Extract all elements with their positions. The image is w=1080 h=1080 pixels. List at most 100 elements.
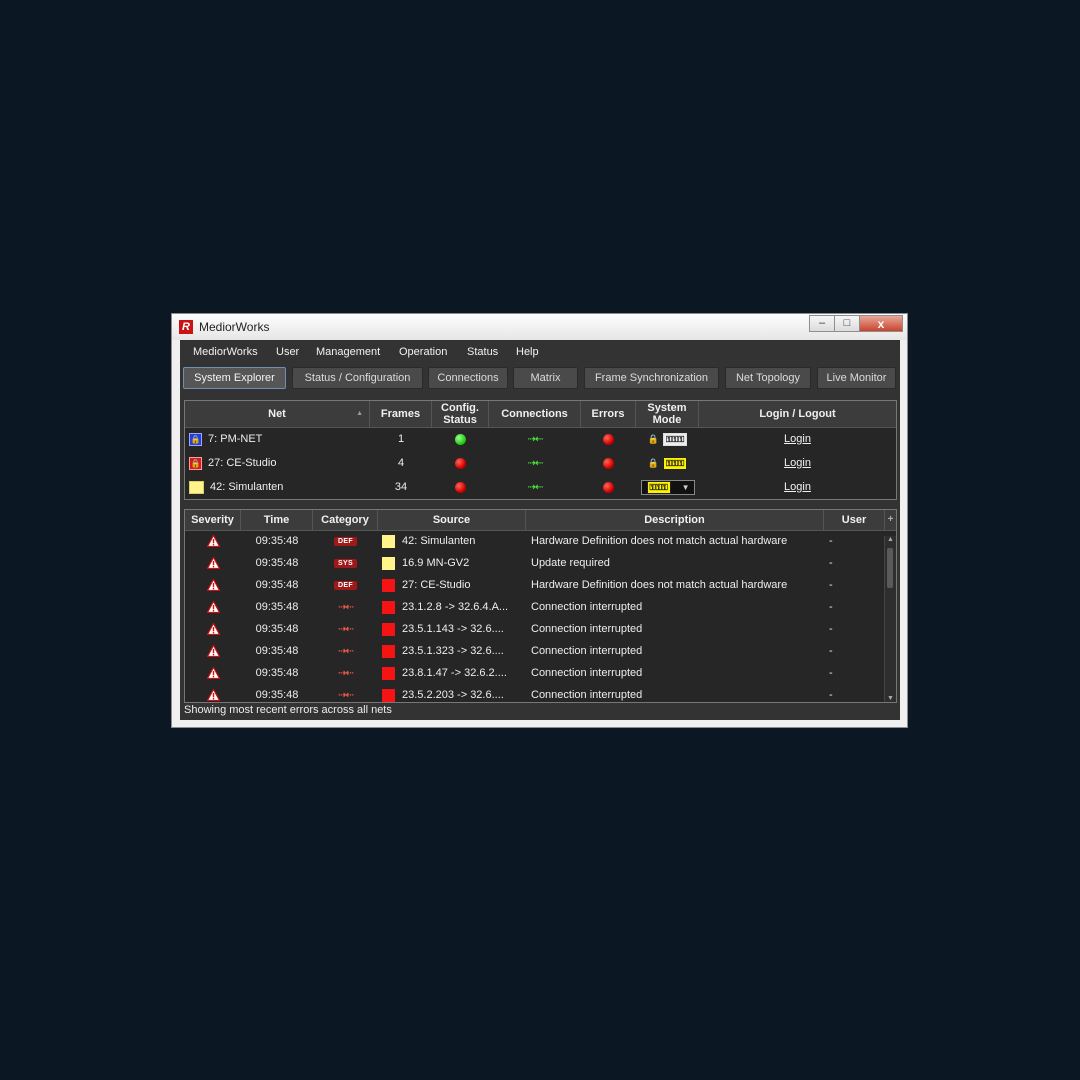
header-frames[interactable]: Frames (370, 401, 432, 427)
scroll-down-icon[interactable]: ▼ (885, 695, 896, 702)
login-link[interactable]: Login (784, 457, 811, 469)
yellow-net-icon (189, 480, 204, 494)
category-sys-badge: SYS (334, 558, 357, 568)
menu-user[interactable]: User (276, 346, 299, 358)
lock-icon: 🔒 (647, 457, 659, 468)
error-table-header: Severity Time Category Source Descriptio… (185, 510, 896, 531)
connections-icon[interactable]: ⇢⇠ (528, 434, 544, 445)
error-time: 09:35:48 (255, 601, 299, 613)
header-severity[interactable]: Severity (185, 510, 241, 530)
tab-connections[interactable]: Connections (428, 367, 508, 389)
error-row[interactable]: 09:35:48 ⇢⇠ 23.8.1.47 -> 32.6.2.... Conn… (185, 662, 885, 684)
maximize-button[interactable]: □ (834, 315, 859, 332)
app-content: MediorWorks User Management Operation St… (180, 340, 900, 720)
error-user: - (829, 557, 833, 569)
error-user: - (829, 601, 833, 613)
lock-icon: 🔒 (647, 433, 659, 444)
connections-icon[interactable]: ⇢⇠ (528, 482, 544, 493)
error-description: Hardware Definition does not match actua… (531, 535, 788, 547)
error-table-scrollbar[interactable]: ▲ ▼ (884, 536, 896, 702)
net-row[interactable]: 42: Simulanten 34 ⇢⇠ ⚿⚿⚿ ▼ Login (185, 475, 896, 499)
error-description: Connection interrupted (531, 601, 643, 613)
error-row[interactable]: 09:35:48 ⇢⇠ 23.5.1.323 -> 32.6.... Conne… (185, 640, 885, 662)
header-system-mode[interactable]: System Mode (636, 401, 699, 427)
header-source[interactable]: Source (378, 510, 526, 530)
error-source: 23.5.1.323 -> 32.6.... (402, 645, 504, 657)
net-row[interactable]: 🔒 27: CE-Studio 4 ⇢⇠ 🔒 ⚿⚿⚿ Login (185, 451, 896, 475)
header-description[interactable]: Description (526, 510, 824, 530)
close-button[interactable]: x (859, 315, 903, 332)
connections-icon[interactable]: ⇢⇠ (528, 458, 544, 469)
error-row[interactable]: 09:35:48 ⇢⇠ 23.5.2.203 -> 32.6.... Conne… (185, 684, 885, 702)
title-bar[interactable]: R MediorWorks – □ x (172, 314, 907, 340)
error-time: 09:35:48 (255, 535, 299, 547)
scroll-up-icon[interactable]: ▲ (885, 536, 896, 543)
warning-icon (206, 535, 220, 547)
menu-operation[interactable]: Operation (399, 346, 447, 358)
header-login-logout[interactable]: Login / Logout (699, 401, 896, 427)
error-row[interactable]: 09:35:48 SYS 16.9 MN-GV2 Update required… (185, 552, 885, 574)
warning-icon (206, 689, 220, 701)
login-link[interactable]: Login (784, 433, 811, 445)
error-user: - (829, 579, 833, 591)
header-category[interactable]: Category (313, 510, 378, 530)
login-link[interactable]: Login (784, 481, 811, 493)
error-status-icon[interactable] (603, 481, 614, 493)
error-row[interactable]: 09:35:48 ⇢⇠ 23.5.1.143 -> 32.6.... Conne… (185, 618, 885, 640)
error-status-icon[interactable] (603, 457, 614, 469)
header-net-label: Net (268, 408, 286, 420)
chevron-down-icon: ▼ (681, 482, 690, 492)
minimize-button[interactable]: – (809, 315, 834, 332)
system-mode-icon: ⚿⚿⚿ (662, 432, 688, 446)
source-status-icon (382, 600, 395, 614)
add-column-icon[interactable]: + (885, 510, 896, 530)
net-name: 27: CE-Studio (208, 457, 277, 469)
blue-lock-net-icon: 🔒 (189, 432, 202, 446)
source-status-icon (382, 534, 395, 548)
net-frames: 4 (397, 457, 405, 469)
header-errors[interactable]: Errors (581, 401, 636, 427)
error-user: - (829, 623, 833, 635)
tab-matrix[interactable]: Matrix (513, 367, 578, 389)
error-user: - (829, 535, 833, 547)
header-config-status[interactable]: Config. Status (432, 401, 489, 427)
status-bar-text: Showing most recent errors across all ne… (184, 704, 392, 716)
error-row[interactable]: 09:35:48 DEF 42: Simulanten Hardware Def… (185, 530, 885, 552)
warning-icon (206, 601, 220, 613)
tab-system-explorer[interactable]: System Explorer (183, 367, 286, 389)
tab-frame-synchronization[interactable]: Frame Synchronization (584, 367, 719, 389)
category-def-badge: DEF (334, 536, 357, 546)
header-connections[interactable]: Connections (489, 401, 581, 427)
menu-status[interactable]: Status (467, 346, 498, 358)
tab-net-topology[interactable]: Net Topology (725, 367, 811, 389)
connection-interrupted-icon: ⇢⇠ (338, 645, 354, 657)
menu-help[interactable]: Help (516, 346, 539, 358)
warning-icon (206, 623, 220, 635)
system-mode-icon: ⚿⚿⚿ (662, 456, 688, 470)
error-row[interactable]: 09:35:48 DEF 27: CE-Studio Hardware Defi… (185, 574, 885, 596)
error-time: 09:35:48 (255, 557, 299, 569)
menu-mediorworks[interactable]: MediorWorks (193, 346, 258, 358)
maximize-icon: □ (843, 317, 851, 329)
scroll-thumb[interactable] (887, 548, 893, 588)
error-description: Update required (531, 557, 610, 569)
error-source: 16.9 MN-GV2 (402, 557, 470, 569)
config-status-error-icon (455, 481, 466, 493)
system-mode-dropdown[interactable]: ⚿⚿⚿ ▼ (640, 479, 695, 495)
error-row[interactable]: 09:35:48 ⇢⇠ 23.1.2.8 -> 32.6.4.A... Conn… (185, 596, 885, 618)
close-icon: x (877, 317, 885, 331)
tab-live-monitor[interactable]: Live Monitor (817, 367, 896, 389)
tab-status-configuration[interactable]: Status / Configuration (292, 367, 423, 389)
menu-management[interactable]: Management (316, 346, 380, 358)
error-time: 09:35:48 (255, 667, 299, 679)
warning-icon (206, 579, 220, 591)
header-time[interactable]: Time (241, 510, 313, 530)
header-user[interactable]: User (824, 510, 885, 530)
error-description: Connection interrupted (531, 689, 643, 701)
header-net[interactable]: Net ▲ (185, 401, 370, 427)
source-status-icon (382, 688, 395, 702)
error-status-icon[interactable] (603, 433, 614, 445)
net-row[interactable]: 🔒 7: PM-NET 1 ⇢⇠ 🔒 ⚿⚿⚿ Login (185, 427, 896, 451)
net-name: 7: PM-NET (208, 433, 263, 445)
error-description: Hardware Definition does not match actua… (531, 579, 788, 591)
